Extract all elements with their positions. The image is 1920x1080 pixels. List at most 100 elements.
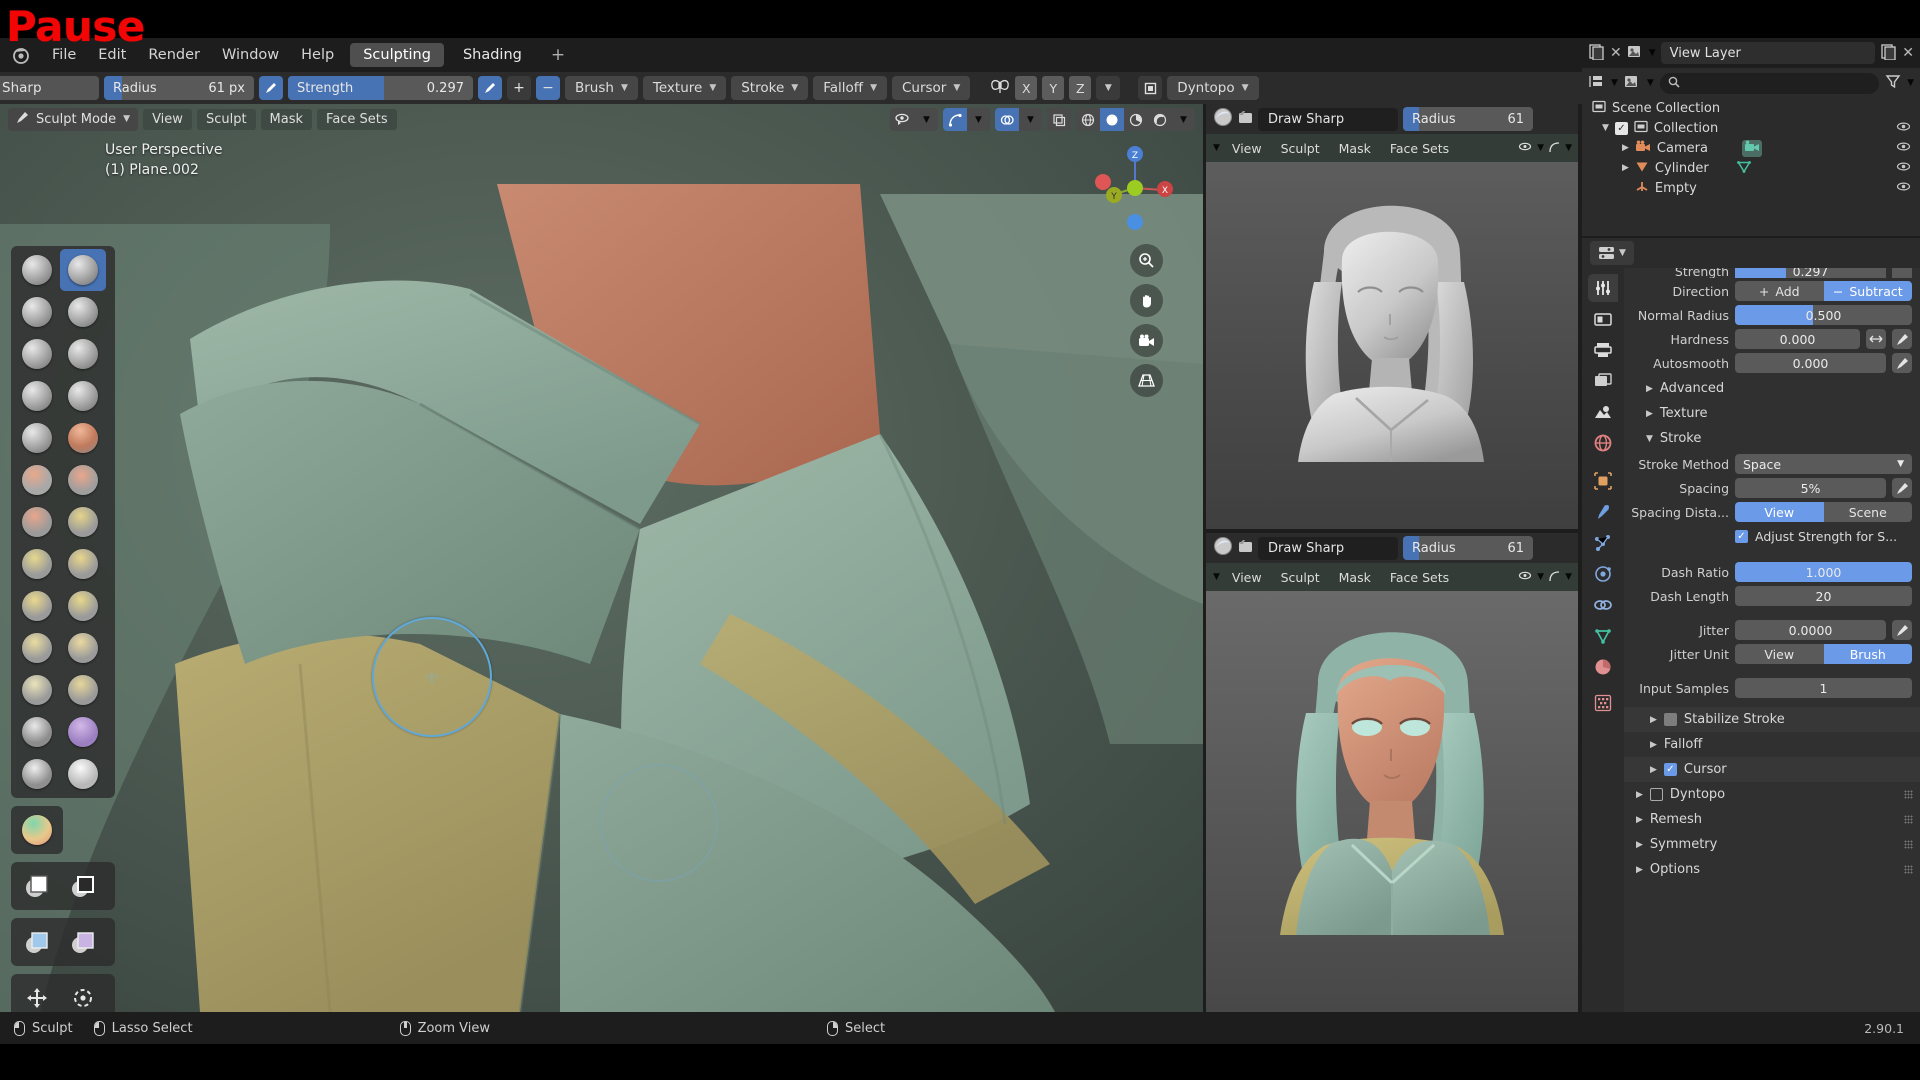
- disclosure-triangle-icon[interactable]: ▶: [1622, 163, 1629, 173]
- pressure-brush-icon[interactable]: [1892, 620, 1912, 640]
- hardness-row[interactable]: Hardness 0.000: [1624, 328, 1912, 350]
- gizmo-icon[interactable]: [1548, 568, 1561, 587]
- visibility-eye-icon[interactable]: [1896, 141, 1911, 156]
- viewport-menu-view[interactable]: View: [143, 108, 192, 130]
- chevron-down-icon[interactable]: ▼: [1172, 108, 1195, 131]
- lasso-mask-tool[interactable]: [60, 865, 106, 907]
- draw-sharp-brush-tool[interactable]: [60, 249, 106, 291]
- tool-tab[interactable]: [1588, 274, 1618, 302]
- pinch-brush-tool[interactable]: [14, 501, 60, 543]
- paint-brush-tool[interactable]: [14, 809, 60, 851]
- nudge-brush-tool[interactable]: [14, 627, 60, 669]
- viewport-menu-face-sets[interactable]: Face Sets: [317, 108, 397, 130]
- direction-subtract-button[interactable]: −: [536, 76, 560, 100]
- pose-brush-tool[interactable]: [60, 585, 106, 627]
- solid-icon[interactable]: [1100, 108, 1124, 131]
- direction-row[interactable]: Direction + Add − Subtract: [1624, 280, 1912, 302]
- move-tool[interactable]: [14, 977, 60, 1012]
- outliner-editor[interactable]: ✕ ▼ View Layer ✕ ▼ ▼ ▼ Scene Collection …: [1582, 38, 1920, 236]
- visibility-eye-icon[interactable]: [1518, 139, 1533, 158]
- jitter-unit-view[interactable]: View: [1735, 644, 1824, 664]
- remove-viewlayer-icon[interactable]: ✕: [1902, 45, 1914, 61]
- adjust-strength-row[interactable]: ✓ Adjust Strength for S...: [1624, 525, 1912, 547]
- object-tab[interactable]: [1588, 467, 1618, 495]
- chevron-down-icon[interactable]: ▼: [1611, 78, 1618, 88]
- normal-radius-row[interactable]: Normal Radius 0.500: [1624, 304, 1912, 326]
- mask-brush-tool[interactable]: [14, 753, 60, 795]
- xray-toggle[interactable]: [1047, 108, 1071, 131]
- outliner-row-collection[interactable]: ▼ ✓ Collection: [1582, 118, 1920, 138]
- chevron-down-icon[interactable]: ▼: [1213, 572, 1220, 582]
- workspace-tab-shading[interactable]: Shading: [450, 43, 535, 67]
- radius-pressure-toggle[interactable]: [259, 76, 283, 100]
- menu-render[interactable]: Render: [138, 44, 210, 66]
- smooth-brush-tool[interactable]: [14, 417, 60, 459]
- disclosure-triangle-icon[interactable]: ▼: [1602, 123, 1609, 133]
- spacing-field[interactable]: 5%: [1735, 478, 1886, 498]
- chevron-down-icon[interactable]: ▼: [1213, 143, 1220, 153]
- autosmooth-row[interactable]: Autosmooth 0.000: [1624, 352, 1912, 374]
- gizmo-icon[interactable]: [1548, 139, 1561, 158]
- gizmo-dropdown[interactable]: ▼: [943, 108, 990, 131]
- pan-hand-icon[interactable]: [1130, 284, 1163, 317]
- layer-brush-tool[interactable]: [14, 333, 60, 375]
- overlays-dropdown[interactable]: ▼: [995, 108, 1042, 131]
- outliner-row-scene-collection[interactable]: Scene Collection: [1582, 98, 1920, 118]
- strength-pressure-toggle[interactable]: [478, 76, 502, 100]
- stabilize-stroke-checkbox[interactable]: [1663, 713, 1677, 726]
- strength-slider[interactable]: Strength 0.297: [288, 76, 473, 100]
- visibility-eye-icon[interactable]: [1518, 568, 1533, 587]
- stroke-method-row[interactable]: Stroke Method Space ▼: [1624, 453, 1912, 475]
- preview-viewport-grey[interactable]: Draw Sharp Radius 61 ▼ View Sculpt Mask …: [1206, 104, 1578, 529]
- pressure-brush-icon[interactable]: [1892, 329, 1912, 349]
- jitter-row[interactable]: Jitter 0.0000: [1624, 619, 1912, 641]
- brush-name-field[interactable]: Sharp: [0, 76, 99, 100]
- spacing-distance-scene[interactable]: Scene: [1823, 502, 1912, 522]
- pressure-brush-icon[interactable]: [1892, 478, 1912, 498]
- flatten-brush-tool[interactable]: [60, 417, 106, 459]
- section-texture[interactable]: ▶ Texture: [1624, 401, 1920, 426]
- arrows-horizontal-icon[interactable]: [1866, 329, 1886, 349]
- section-falloff[interactable]: ▶ Falloff: [1624, 732, 1920, 757]
- sculpt-toolbar[interactable]: [11, 246, 115, 1012]
- dash-length-field[interactable]: 20: [1735, 586, 1912, 606]
- chevron-down-icon[interactable]: ▼: [1907, 78, 1914, 88]
- pressure-brush-icon[interactable]: [1892, 268, 1912, 278]
- particles-tab[interactable]: [1588, 529, 1618, 557]
- draw-brush-tool[interactable]: [14, 249, 60, 291]
- physics-tab[interactable]: [1588, 560, 1618, 588]
- simplify-brush-tool[interactable]: [60, 669, 106, 711]
- preview1-menu-sculpt[interactable]: Sculpt: [1274, 139, 1327, 158]
- scene-tab[interactable]: [1588, 398, 1618, 426]
- draw-face-sets-tool[interactable]: [60, 753, 106, 795]
- dyntopo-checkbox[interactable]: [1649, 788, 1663, 801]
- preview1-menu-view[interactable]: View: [1225, 139, 1269, 158]
- box-mask-tool[interactable]: [14, 865, 60, 907]
- fill-brush-tool[interactable]: [14, 459, 60, 501]
- autosmooth-field[interactable]: 0.000: [1735, 353, 1886, 373]
- view-layer-field[interactable]: View Layer: [1660, 42, 1876, 64]
- filter-icon[interactable]: [1885, 74, 1901, 93]
- input-samples-row[interactable]: Input Samples 1: [1624, 677, 1912, 699]
- rendered-icon[interactable]: [1148, 108, 1172, 131]
- preview1-menu-face-sets[interactable]: Face Sets: [1383, 139, 1456, 158]
- preview2-menu-view[interactable]: View: [1225, 568, 1269, 587]
- brush-menu[interactable]: Brush ▼: [565, 76, 638, 100]
- symmetry-options-dropdown[interactable]: ▼: [1096, 76, 1121, 100]
- normal-radius-field[interactable]: 0.500: [1735, 305, 1912, 325]
- preview2-radius-slider[interactable]: Radius 61: [1403, 536, 1533, 560]
- input-samples-field[interactable]: 1: [1735, 678, 1912, 698]
- panel-remesh[interactable]: ▶ Remesh: [1624, 807, 1920, 832]
- disclosure-triangle-icon[interactable]: ▶: [1622, 143, 1629, 153]
- pressure-brush-icon[interactable]: [1892, 353, 1912, 373]
- panel-grip-icon[interactable]: [1904, 790, 1913, 799]
- stroke-menu[interactable]: Stroke ▼: [731, 76, 809, 100]
- copy-viewlayer-icon[interactable]: [1880, 43, 1897, 64]
- direction-add-option[interactable]: + Add: [1735, 281, 1824, 301]
- chevron-down-icon[interactable]: ▼: [1565, 143, 1572, 153]
- section-cursor[interactable]: ▶ ✓ Cursor: [1624, 757, 1920, 782]
- xray-icon[interactable]: [1047, 108, 1071, 131]
- elastic-deform-brush-tool[interactable]: [14, 543, 60, 585]
- stroke-method-select[interactable]: Space ▼: [1735, 454, 1912, 474]
- panel-options[interactable]: ▶ Options: [1624, 857, 1920, 882]
